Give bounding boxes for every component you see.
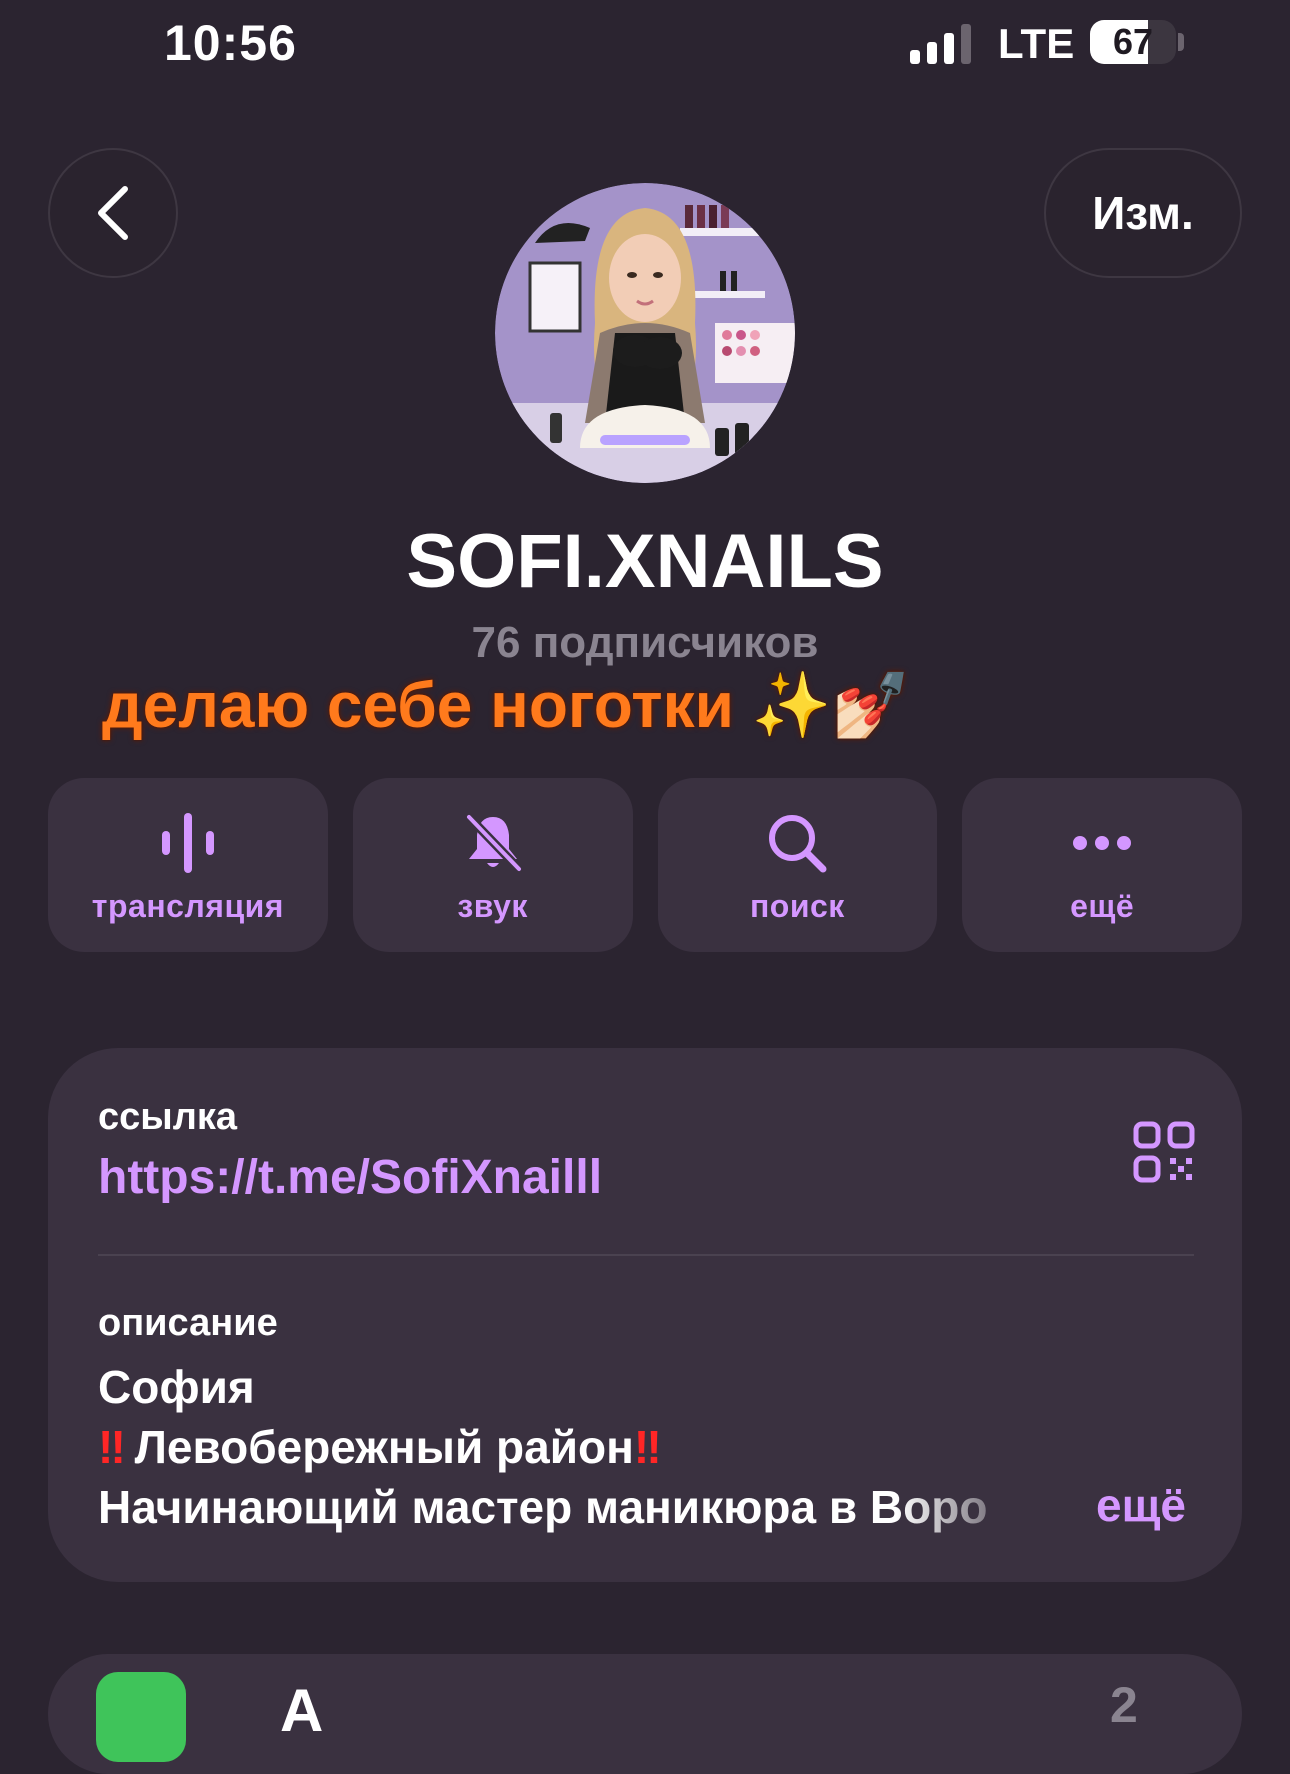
description-line-1: София bbox=[98, 1361, 255, 1413]
chevron-left-icon bbox=[98, 186, 128, 240]
mute-button[interactable]: звук bbox=[352, 778, 633, 952]
status-time: 10:56 bbox=[164, 15, 297, 71]
search-label: поиск bbox=[749, 888, 845, 924]
status-bar: 10:56 LTE 67 bbox=[0, 0, 1290, 90]
mute-label: звук bbox=[457, 888, 528, 924]
broadcast-icon bbox=[153, 808, 223, 878]
battery-tip bbox=[1178, 33, 1184, 51]
channel-status-overlay: делаю себе ноготки ✨💅🏻 bbox=[102, 669, 912, 741]
channel-link[interactable]: https://t.me/SofiXnailll bbox=[98, 1150, 602, 1205]
more-label: ещё bbox=[1070, 888, 1135, 924]
signal-icon bbox=[910, 24, 971, 64]
edit-button[interactable]: Изм. bbox=[1044, 148, 1242, 278]
channel-info-card: ссылка https://t.me/SofiXnailll описание… bbox=[48, 1048, 1242, 1582]
broadcast-button[interactable]: трансляция bbox=[48, 778, 328, 952]
search-icon bbox=[762, 808, 832, 878]
channel-title: SOFI.XNAILS bbox=[406, 519, 884, 604]
subscriber-count: 76 подписчиков bbox=[471, 618, 819, 667]
action-buttons: трансляция звук поиск ещё bbox=[48, 778, 1242, 952]
description-label: описание bbox=[98, 1302, 278, 1344]
divider bbox=[98, 1254, 1194, 1256]
search-button[interactable]: поиск bbox=[657, 778, 938, 952]
description-more-link[interactable]: ещё bbox=[1096, 1478, 1186, 1532]
channel-avatar[interactable] bbox=[495, 183, 795, 483]
double-exclamation-icon: ‼ bbox=[98, 1421, 126, 1473]
next-row-count: 2 bbox=[1110, 1677, 1138, 1733]
network-type: LTE bbox=[998, 20, 1075, 67]
double-exclamation-icon: ‼ bbox=[633, 1421, 662, 1473]
battery-icon: 67 bbox=[1090, 20, 1176, 64]
description-line-2: ‼ Левобережный район‼ bbox=[98, 1420, 662, 1474]
bell-slash-icon bbox=[458, 808, 528, 878]
app-icon bbox=[96, 1672, 186, 1762]
description-line-3: Начинающий мастер маникюра в Воро bbox=[98, 1481, 988, 1533]
battery-percent: 67 bbox=[1112, 21, 1154, 62]
description-line-2-text: Левобережный район bbox=[134, 1421, 634, 1473]
back-button[interactable] bbox=[48, 148, 178, 278]
broadcast-label: трансляция bbox=[91, 888, 284, 924]
link-label: ссылка bbox=[98, 1096, 238, 1138]
qr-code-icon[interactable] bbox=[1132, 1120, 1196, 1184]
next-list-row[interactable]: А 2 bbox=[48, 1654, 1242, 1774]
ellipsis-icon bbox=[1067, 808, 1137, 878]
more-button[interactable]: ещё bbox=[962, 778, 1242, 952]
next-row-title: А bbox=[280, 1677, 324, 1744]
